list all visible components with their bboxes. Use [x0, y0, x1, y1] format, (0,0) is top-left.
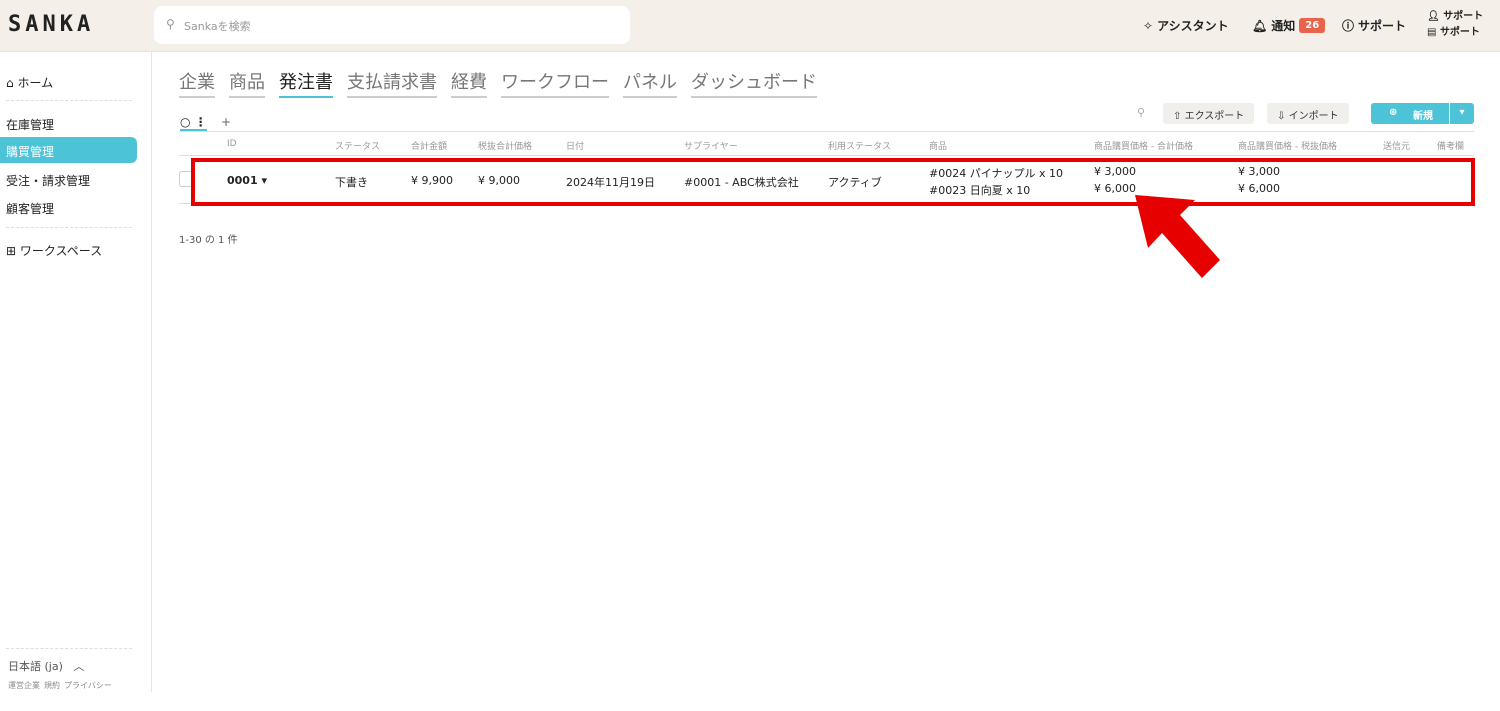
new-dropdown-chevron-icon[interactable]: ▾	[1449, 103, 1474, 124]
language-label: 日本語 (ja)	[8, 660, 63, 673]
assistant-label: アシスタント	[1157, 19, 1229, 33]
column-header-status[interactable]: ステータス	[335, 139, 380, 152]
import-button[interactable]: ⇩ インポート	[1267, 103, 1349, 124]
plus-icon: ⊕	[1389, 107, 1398, 118]
wand-icon: ✧	[1143, 18, 1154, 33]
column-header-supplier[interactable]: サプライヤー	[684, 139, 738, 152]
user-line2: ▤ サポート	[1427, 27, 1480, 38]
column-header-date[interactable]: 日付	[566, 139, 584, 152]
divider	[6, 100, 132, 101]
chevron-up-icon: ︿	[73, 660, 85, 673]
column-header-usage-status[interactable]: 利用ステータス	[828, 139, 891, 152]
column-header-subtotal[interactable]: 税抜合計価格	[478, 139, 532, 152]
notification-count-badge: 26	[1299, 18, 1326, 33]
column-header-items[interactable]: 商品	[929, 139, 947, 152]
new-button[interactable]: ⊕ 新規 ▾	[1371, 103, 1474, 124]
column-header-notes[interactable]: 備考欄	[1437, 139, 1464, 152]
export-label: エクスポート	[1184, 111, 1245, 122]
sidebar: ⌂ ホーム 在庫管理 購買管理 受注・請求管理 顧客管理 ⊞ ワークスペース 日…	[0, 52, 152, 692]
footer-link-privacy[interactable]: プライバシー	[64, 680, 112, 691]
tab-products[interactable]: 商品	[229, 68, 265, 98]
upload-icon: ⇧	[1173, 111, 1182, 122]
notifications-label: 通知	[1271, 19, 1296, 33]
support-button[interactable]: ⓘ サポート	[1342, 17, 1406, 34]
workspace-label: ワークスペース	[19, 244, 103, 258]
add-view-button[interactable]: +	[221, 115, 231, 129]
column-header-source[interactable]: 送信元	[1383, 139, 1410, 152]
language-selector[interactable]: 日本語 (ja) ︿	[8, 658, 84, 674]
search-placeholder: Sankaを検索	[184, 20, 251, 33]
home-label: ホーム	[17, 76, 54, 90]
divider	[6, 648, 132, 649]
footer-links: 運営企業 規約 プライバシー	[8, 680, 112, 691]
tab-panel[interactable]: パネル	[623, 68, 677, 98]
table-top-border	[179, 131, 1474, 132]
sidebar-item-purchasing[interactable]: 購買管理	[0, 137, 137, 163]
top-header: SANKA ⚲ Sankaを検索 ✧ アシスタント 🔔︎ 通知 26 ⓘ サポート 👤︎ …	[0, 0, 1500, 52]
export-button[interactable]: ⇧ エクスポート	[1163, 103, 1255, 124]
sidebar-item-home[interactable]: ⌂ ホーム	[0, 68, 137, 94]
notifications-button[interactable]: 🔔︎ 通知 26	[1252, 17, 1326, 34]
download-icon: ⇩	[1277, 111, 1286, 122]
annotation-arrow-shape	[1135, 195, 1220, 278]
user-menu[interactable]: 👤︎ サポート ▤ サポート	[1427, 9, 1483, 41]
apps-icon: ⊞	[6, 244, 17, 258]
column-header-id[interactable]: ID	[227, 139, 237, 149]
highlight-annotation-box	[191, 158, 1475, 206]
tab-dashboard[interactable]: ダッシュボード	[691, 68, 817, 98]
tab-expenses[interactable]: 経費	[451, 68, 487, 98]
search-input[interactable]: ⚲ Sankaを検索	[154, 6, 630, 44]
column-header-price-net[interactable]: 商品購買価格 - 税抜価格	[1238, 139, 1337, 152]
help-icon: ⓘ	[1342, 19, 1355, 33]
import-label: インポート	[1288, 111, 1339, 122]
logo[interactable]: SANKA	[8, 12, 94, 37]
tab-companies[interactable]: 企業	[179, 68, 215, 98]
user-name: サポート	[1443, 11, 1484, 22]
sidebar-item-customers[interactable]: 顧客管理	[0, 194, 137, 220]
tab-workflow[interactable]: ワークフロー	[501, 68, 609, 98]
sidebar-item-orders[interactable]: 受注・請求管理	[0, 166, 137, 192]
footer-link-terms[interactable]: 規約	[44, 680, 60, 691]
assistant-button[interactable]: ✧ アシスタント	[1143, 17, 1229, 34]
user-line1: 👤︎ サポート	[1427, 11, 1484, 22]
pagination-info: 1-30 の 1 件	[179, 235, 238, 246]
column-header-price-total[interactable]: 商品購買価格 - 合計価格	[1094, 139, 1193, 152]
tab-bills[interactable]: 支払請求書	[347, 68, 437, 98]
sidebar-item-workspace[interactable]: ⊞ ワークスペース	[0, 236, 137, 262]
search-icon: ⚲	[166, 17, 175, 31]
object-tabs: 企業 商品 発注書 支払請求書 経費 ワークフロー パネル ダッシュボード	[179, 68, 817, 98]
annotation-arrow-icon	[1135, 195, 1220, 278]
new-label: 新規	[1413, 111, 1433, 122]
row-border	[179, 155, 1474, 156]
footer-link-company[interactable]: 運営企業	[8, 680, 40, 691]
bell-icon: 🔔︎	[1252, 18, 1268, 33]
support-label: サポート	[1358, 19, 1407, 33]
search-icon[interactable]: ⚲	[1137, 106, 1145, 119]
divider	[6, 227, 132, 228]
sidebar-item-inventory[interactable]: 在庫管理	[0, 110, 137, 136]
column-header-total[interactable]: 合計金額	[411, 139, 447, 152]
workspace-name: サポート	[1439, 27, 1480, 38]
view-selector[interactable]: ○ ⋮	[180, 115, 207, 131]
tab-purchase-orders[interactable]: 発注書	[279, 68, 333, 98]
home-icon: ⌂	[6, 76, 14, 90]
